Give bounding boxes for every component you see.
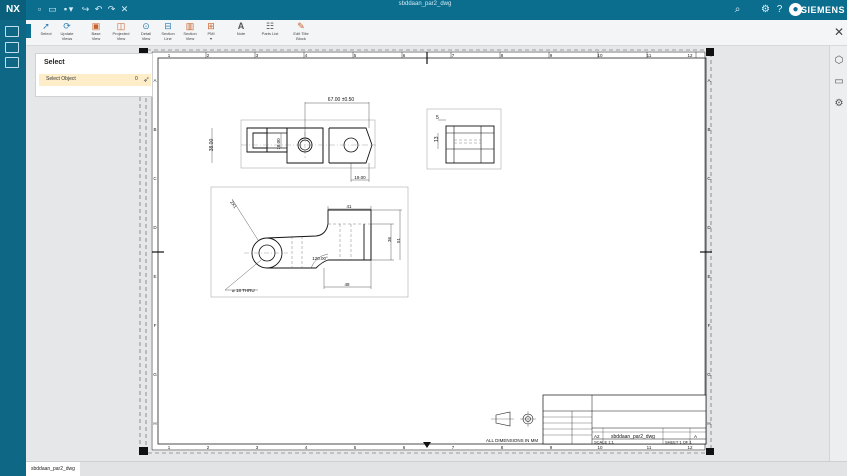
- corner-mark-bl: [139, 447, 148, 455]
- part-3d-icon[interactable]: ⬡: [833, 55, 845, 67]
- dim-51: 51: [396, 237, 401, 243]
- row-label: E: [153, 274, 156, 279]
- part-navigator-icon[interactable]: [5, 57, 19, 68]
- col-label: 12: [687, 53, 693, 58]
- ribbon-toolbar: ➚ Select ⟳ Update Views ▣ Base View ◫ Pr…: [26, 20, 847, 46]
- assembly-navigator-icon[interactable]: [5, 42, 19, 53]
- select-object-row[interactable]: Select Object 0 ➶: [39, 74, 151, 86]
- help-icon[interactable]: ?: [773, 3, 786, 16]
- projected-view-button[interactable]: ◫ Projected View: [110, 21, 132, 45]
- hole-callout: ⌀ 18 THRU: [232, 288, 255, 293]
- title-size: A2: [594, 434, 600, 439]
- home-icon[interactable]: [5, 26, 19, 37]
- dim-41: 41: [346, 204, 352, 209]
- row-label: B: [707, 127, 710, 132]
- col-label: 10: [597, 53, 603, 58]
- col-label: 12: [687, 445, 693, 450]
- search-icon[interactable]: ⌕: [731, 3, 744, 16]
- row-label: G: [707, 372, 711, 377]
- select-cursor-icon[interactable]: ➶: [143, 74, 150, 86]
- row-label: A: [707, 78, 710, 83]
- right-resource-bar: ⬡ ▭ ⚙: [829, 46, 847, 461]
- tab-active-drawing[interactable]: sbddaan_par2_dwg: [26, 462, 80, 476]
- title-sheet: SHEET 1 OF 1: [665, 440, 692, 445]
- edit-title-block-button[interactable]: ✎ Edit Title Block: [290, 21, 312, 45]
- sheet-paper: [151, 51, 706, 451]
- layout-panel-icon[interactable]: ▭: [833, 76, 845, 88]
- redo-arrow-icon[interactable]: ↪: [80, 4, 91, 15]
- undo-icon[interactable]: ↶: [93, 4, 104, 15]
- select-object-count: 0: [135, 76, 138, 82]
- close-icon[interactable]: ✕: [833, 25, 845, 39]
- select-object-label: Select Object: [46, 76, 76, 82]
- ribbon-accent-bar: [26, 24, 31, 38]
- row-label: G: [153, 372, 157, 377]
- drawing-sheet[interactable]: 1 2 3 4 5 6 7 8 9 10 11 12 1 2 3 4 5 6 7…: [26, 46, 829, 461]
- section-line-button[interactable]: ⊟ Section Line: [159, 21, 177, 45]
- left-resource-bar: [0, 20, 26, 476]
- col-label: 11: [647, 53, 652, 58]
- section-view-button[interactable]: ▥ Section View: [181, 21, 199, 45]
- title-scale: SCALE 1:1: [594, 440, 615, 445]
- update-views-button[interactable]: ⟳ Update Views: [59, 21, 75, 45]
- row-label: H: [707, 421, 710, 426]
- row-label: B: [153, 127, 156, 132]
- dim-36: 36: [387, 236, 392, 242]
- dim-right-5: 5: [436, 115, 439, 121]
- row-label: F: [708, 323, 711, 328]
- redo-icon[interactable]: ↷: [106, 4, 117, 15]
- graphics-window[interactable]: 1 2 3 4 5 6 7 8 9 10 11 12 1 2 3 4 5 6 7…: [26, 46, 829, 461]
- dim-top-width: 67.00 ±0.50: [328, 97, 355, 103]
- title-revision: A: [694, 434, 697, 439]
- detail-view-button[interactable]: ⊙ Detail View: [138, 21, 154, 45]
- select-tool-button[interactable]: ➚ Select: [38, 21, 54, 45]
- title-bar: NX ▫ ▭ ▪ ▾ ↪ ↶ ↷ ✕ sbddaan_par2_dwg ⌕ ⚙ …: [0, 0, 847, 20]
- brand-label: SIEMENS: [800, 5, 845, 15]
- document-tab-bar: sbddaan_par2_dwg: [26, 461, 847, 476]
- pmi-dropdown-button[interactable]: ⊞ PMI ▾: [204, 21, 218, 45]
- nx-logo[interactable]: NX: [0, 0, 26, 20]
- dim-width-19: 19.00: [354, 175, 366, 180]
- select-panel-title: Select: [44, 59, 65, 66]
- base-view-button[interactable]: ▣ Base View: [88, 21, 104, 45]
- nx-app-window: NX ▫ ▭ ▪ ▾ ↪ ↶ ↷ ✕ sbddaan_par2_dwg ⌕ ⚙ …: [0, 0, 847, 476]
- settings-gear-icon[interactable]: ⚙: [759, 3, 772, 16]
- title-block[interactable]: A2 sbddaan_par2_dwg A SCALE 1:1 SHEET 1 …: [542, 394, 707, 445]
- parts-list-button[interactable]: ☷ Parts List: [259, 21, 281, 45]
- open-folder-icon[interactable]: ▭: [47, 4, 58, 15]
- corner-mark-br: [706, 448, 714, 455]
- row-label: A: [153, 78, 156, 83]
- col-label: 11: [647, 445, 652, 450]
- col-label: 10: [597, 445, 603, 450]
- dim-height-38: 38.00: [209, 139, 215, 152]
- units-note: ALL DIMENSIONS IN MM: [486, 438, 538, 443]
- row-label: E: [707, 274, 710, 279]
- save-dropdown-icon[interactable]: ▾: [68, 4, 74, 15]
- note-button[interactable]: A Note: [233, 21, 249, 45]
- dim-48: 48: [344, 282, 350, 287]
- document-title: sbddaan_par2_dwg: [398, 1, 452, 7]
- title-drawing-name: sbddaan_par2_dwg: [611, 434, 655, 440]
- row-label: H: [153, 421, 156, 426]
- dim-height-18: 18.00: [276, 138, 281, 150]
- select-panel[interactable]: Select Select Object 0 ➶: [35, 53, 153, 97]
- new-file-icon[interactable]: ▫: [34, 4, 45, 15]
- dim-right-13: 13: [434, 136, 440, 142]
- corner-mark-tr: [706, 48, 714, 56]
- delete-icon[interactable]: ✕: [119, 4, 130, 15]
- row-label: F: [154, 323, 157, 328]
- dim-angle: 120.00°: [312, 256, 328, 261]
- roles-icon[interactable]: ⚙: [833, 98, 845, 110]
